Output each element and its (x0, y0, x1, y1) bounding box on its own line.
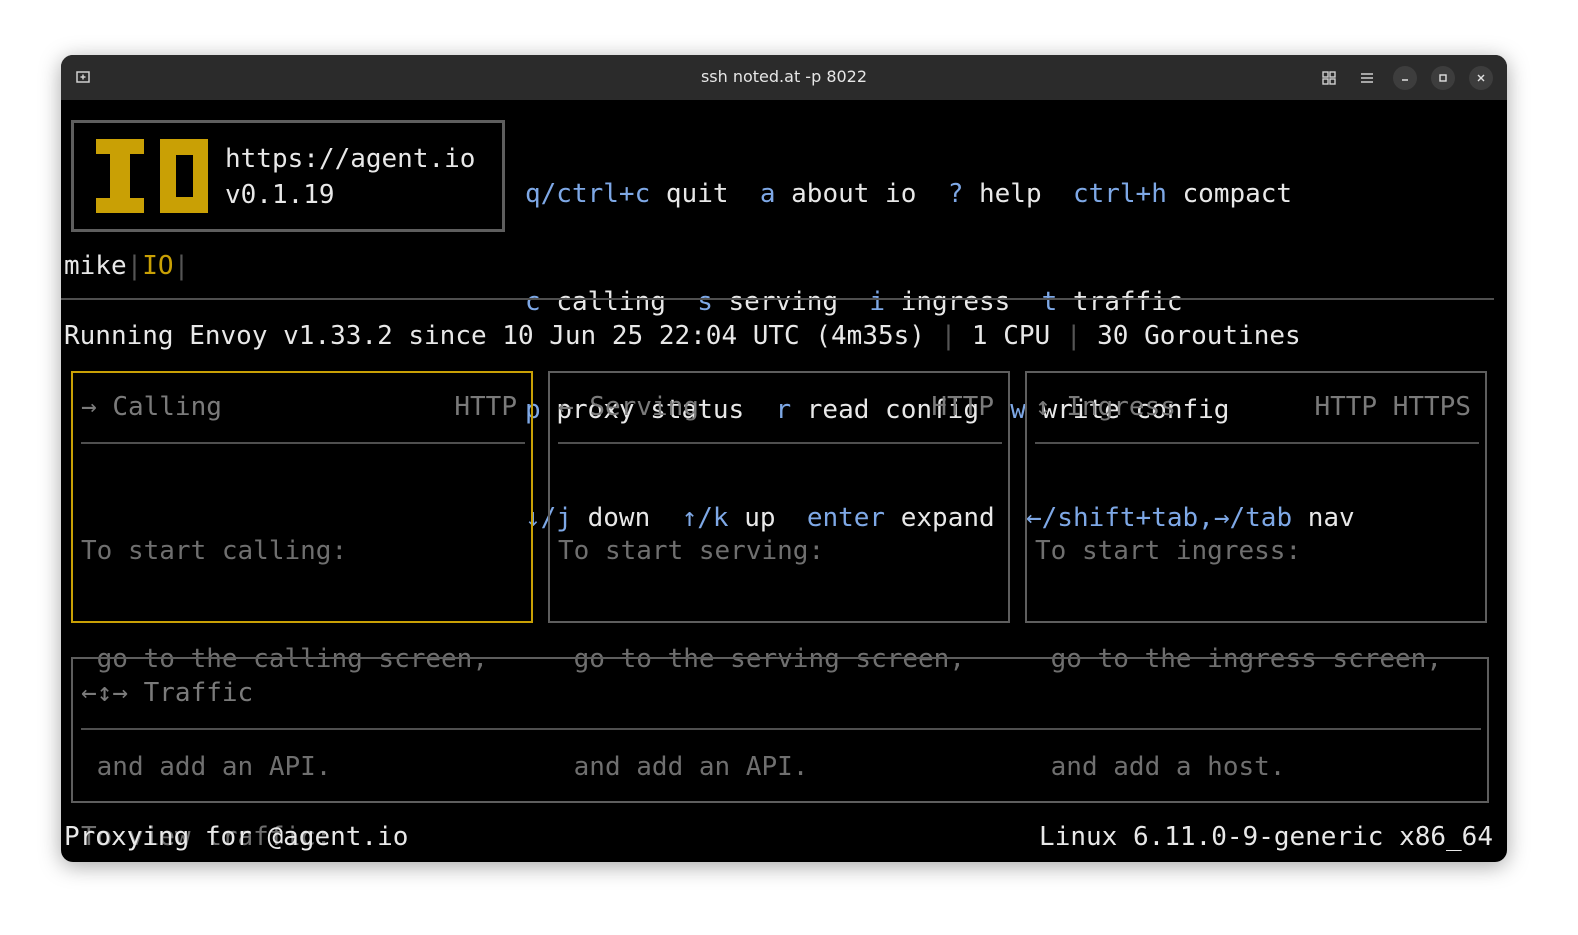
panel-divider (558, 442, 1002, 444)
help-desc: ingress (900, 287, 1011, 317)
panel-protocols: HTTP (454, 392, 517, 422)
help-key: q/ctrl+c (525, 179, 651, 209)
footer-system-info: Linux 6.11.0-9-generic x86_64 (1039, 822, 1493, 852)
serving-panel[interactable]: ← Serving HTTP To start serving: go to th… (548, 371, 1010, 782)
help-key: a (759, 179, 776, 209)
user-name: mike (64, 251, 127, 281)
help-desc: serving (728, 287, 839, 317)
panel-divider (81, 728, 1481, 730)
panel-divider (81, 442, 525, 444)
close-icon (1477, 74, 1485, 82)
help-desc: traffic (1072, 287, 1183, 317)
panel-title: Ingress (1066, 392, 1176, 422)
help-key: s (697, 287, 713, 317)
panel-title: Serving (589, 392, 699, 422)
help-key: ctrl+h (1072, 179, 1167, 209)
panel-line: To start calling: (81, 536, 348, 566)
user-separator: | (126, 251, 143, 281)
help-row: q/ctrl+c quit a about io ? help ctrl+h c… (525, 176, 1355, 212)
help-key: ? (947, 179, 964, 209)
panel-divider (1035, 442, 1479, 444)
status-separator: | (940, 321, 957, 351)
logo-version: v0.1.19 (225, 180, 335, 210)
user-separator-end: | (173, 251, 190, 281)
help-desc: calling (556, 287, 666, 317)
user-line: mike|IO| (64, 248, 189, 284)
status-separator: | (1065, 321, 1082, 351)
panel-title: Calling (112, 392, 222, 422)
help-desc: compact (1182, 179, 1293, 209)
close-button[interactable] (1469, 66, 1493, 90)
grid-view-icon[interactable] (1317, 66, 1341, 90)
traffic-panel[interactable]: ←↕→ Traffic To view traffic: (71, 657, 1489, 852)
panel-protocols: HTTP (931, 392, 994, 422)
user-tag: IO (142, 251, 174, 281)
ingress-panel[interactable]: ↕ Ingress HTTP HTTPS To start ingress: go… (1025, 371, 1487, 782)
help-row: c calling s serving i ingress t traffic (525, 284, 1355, 320)
logo-box: https://agent.io v0.1.19 (71, 120, 505, 232)
help-desc: quit (665, 179, 729, 209)
terminal-content[interactable]: https://agent.io v0.1.19 q/ctrl+c quit a… (61, 100, 1507, 862)
panel-protocols: HTTP HTTPS (1314, 392, 1471, 422)
traffic-icon: ←↕→ (81, 678, 128, 708)
help-key: t (1041, 287, 1058, 317)
footer-proxying: Proxying for @agent.io (64, 822, 409, 852)
divider (61, 298, 1494, 300)
help-key: w (1010, 395, 1026, 425)
io-logo-icon (96, 139, 208, 213)
status-running: Running Envoy v1.33.2 since 10 Jun 25 22… (64, 321, 925, 351)
help-desc: help (979, 179, 1042, 209)
maximize-icon (1439, 74, 1447, 82)
logo-url: https://agent.io (225, 144, 476, 174)
title-bar[interactable]: ssh noted.at -p 8022 (61, 55, 1507, 100)
status-goroutines: 30 Goroutines (1097, 321, 1301, 351)
panel-title: Traffic (143, 678, 254, 708)
status-cpu: 1 CPU (971, 321, 1051, 351)
terminal-window: ssh noted.at -p 8022 https://agent.io v0… (61, 55, 1507, 862)
arrow-left-icon: ← (558, 392, 574, 422)
help-desc: about io (791, 179, 917, 209)
panel-line: To start serving: (558, 536, 825, 566)
panel-line: To start ingress: (1035, 536, 1302, 566)
arrow-right-icon: → (81, 392, 97, 422)
help-key: c (525, 287, 541, 317)
maximize-button[interactable] (1431, 66, 1455, 90)
minimize-button[interactable] (1393, 66, 1417, 90)
status-line: Running Envoy v1.33.2 since 10 Jun 25 22… (64, 318, 1301, 354)
menu-icon[interactable] (1355, 66, 1379, 90)
calling-panel[interactable]: → Calling HTTP To start calling: go to th… (71, 371, 533, 782)
minimize-icon (1402, 79, 1408, 81)
arrow-up-down-icon: ↕ (1035, 392, 1051, 422)
window-title: ssh noted.at -p 8022 (700, 67, 868, 86)
help-key: i (869, 287, 886, 317)
